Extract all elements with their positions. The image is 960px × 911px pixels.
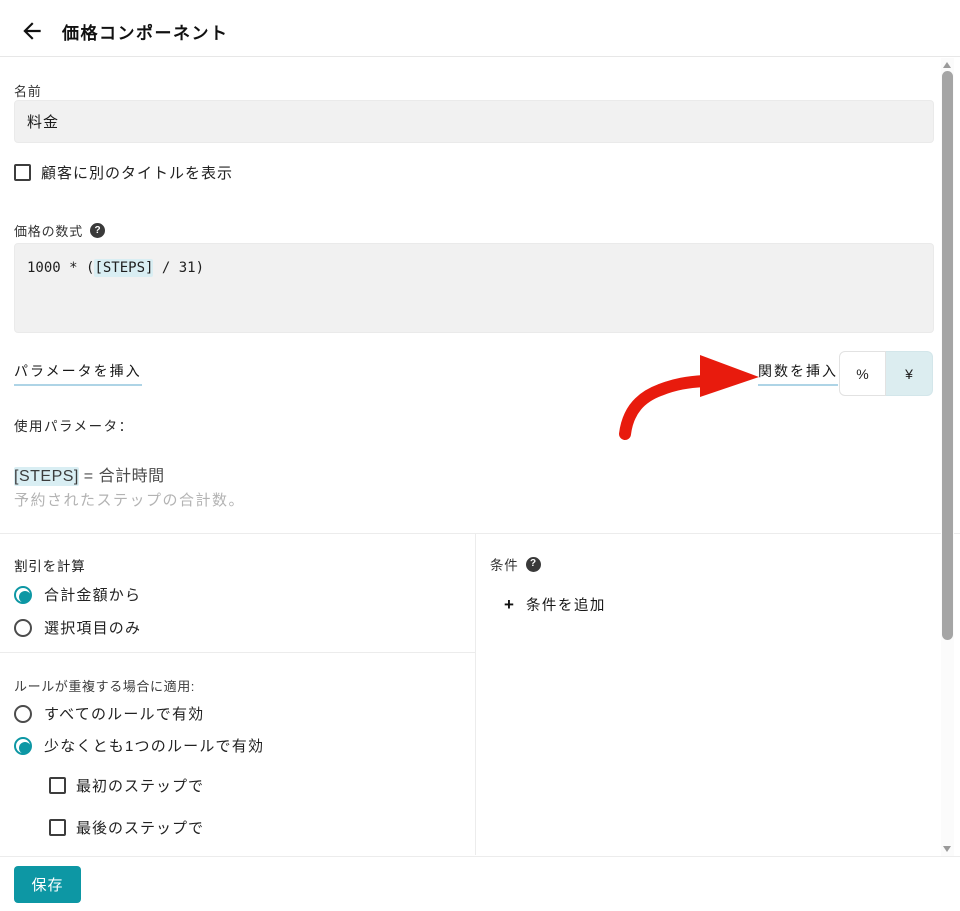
add-condition-button[interactable]: + 条件を追加 (504, 594, 606, 615)
radio-all-rules-label: すべてのルールで有効 (44, 706, 205, 723)
parameter-definition: [STEPS] = 合計時間 (14, 462, 165, 486)
name-input[interactable] (14, 100, 934, 143)
add-condition-label: 条件を追加 (525, 598, 606, 614)
formula-label-row: 価格の数式 ? (14, 221, 106, 240)
formula-help-icon[interactable]: ? (90, 223, 106, 238)
radio-selected-items[interactable] (14, 618, 32, 637)
vertical-scrollbar[interactable] (941, 58, 954, 856)
checkbox-last-step[interactable] (49, 819, 66, 836)
alt-title-checkbox[interactable] (14, 164, 31, 181)
page-header: 価格コンポーネント (0, 0, 960, 57)
left-column-divider (0, 652, 475, 653)
conditions-help-icon[interactable]: ? (525, 556, 541, 572)
formula-text-suffix: / 31) (153, 260, 205, 276)
formula-editor[interactable]: 1000 * ([STEPS] / 31) (14, 243, 934, 333)
alt-title-checkbox-label: 顧客に別のタイトルを表示 (41, 165, 234, 182)
unit-yen-button[interactable]: ¥ (886, 351, 933, 396)
formula-label: 価格の数式 (14, 224, 84, 239)
checkbox-last-step-label: 最後のステップで (76, 820, 205, 837)
radio-at-least-one-rule[interactable] (14, 736, 32, 755)
radio-selected-items-label: 選択項目のみ (44, 620, 142, 637)
radio-all-rules[interactable] (14, 704, 32, 723)
back-button[interactable] (18, 17, 46, 45)
red-annotation-arrow (619, 355, 759, 440)
radio-total-amount[interactable] (14, 585, 32, 604)
checkbox-row-first-step[interactable]: 最初のステップで (49, 775, 204, 796)
alt-title-checkbox-row[interactable]: 顧客に別のタイトルを表示 (14, 162, 233, 183)
overlap-section-label: ルールが重複する場合に適用: (14, 679, 196, 694)
checkbox-first-step-label: 最初のステップで (76, 778, 205, 795)
price-component-page: 価格コンポーネント 名前 顧客に別のタイトルを表示 価格の数式 ? 1000 *… (0, 0, 960, 911)
insert-function-link[interactable]: 関数を挿入 (758, 361, 838, 386)
radio-row-all-rules[interactable]: すべてのルールで有効 (14, 703, 204, 724)
unit-percent-button[interactable]: % (839, 351, 886, 396)
discount-section-label: 割引を計算 (14, 559, 86, 574)
name-label: 名前 (14, 84, 42, 99)
radio-row-total-amount[interactable]: 合計金額から (14, 584, 141, 605)
insert-parameter-link[interactable]: パラメータを挿入 (14, 361, 142, 386)
checkbox-first-step[interactable] (49, 777, 66, 794)
conditions-label-row: 条件 ? (490, 554, 541, 574)
steps-token: [STEPS] (14, 467, 79, 486)
back-arrow-icon (19, 18, 45, 44)
formula-steps-token: [STEPS] (94, 259, 154, 277)
column-divider (475, 533, 476, 855)
unit-toggle-group: % ¥ (839, 351, 933, 396)
radio-row-at-least-one-rule[interactable]: 少なくとも1つのルールで有効 (14, 735, 264, 756)
scroll-down-arrow-icon[interactable] (943, 846, 951, 852)
checkbox-row-last-step[interactable]: 最後のステップで (49, 817, 204, 838)
radio-at-least-one-rule-label: 少なくとも1つのルールで有効 (44, 738, 265, 755)
page-title: 価格コンポーネント (62, 24, 229, 43)
section-divider-top (0, 533, 960, 534)
section-divider-bottom (0, 856, 960, 857)
parameter-description: 予約されたステップの合計数。 (14, 492, 246, 509)
plus-icon: + (504, 595, 514, 614)
radio-row-selected-items[interactable]: 選択項目のみ (14, 617, 141, 638)
radio-total-amount-label: 合計金額から (44, 587, 142, 604)
parameter-name: = 合計時間 (78, 468, 165, 485)
scroll-up-arrow-icon[interactable] (943, 62, 951, 68)
scrollbar-thumb[interactable] (942, 71, 953, 640)
formula-text-prefix: 1000 * ( (27, 260, 95, 276)
save-button[interactable]: 保存 (14, 866, 81, 903)
conditions-label: 条件 (490, 558, 519, 573)
used-parameters-label: 使用パラメータ： (14, 419, 134, 434)
